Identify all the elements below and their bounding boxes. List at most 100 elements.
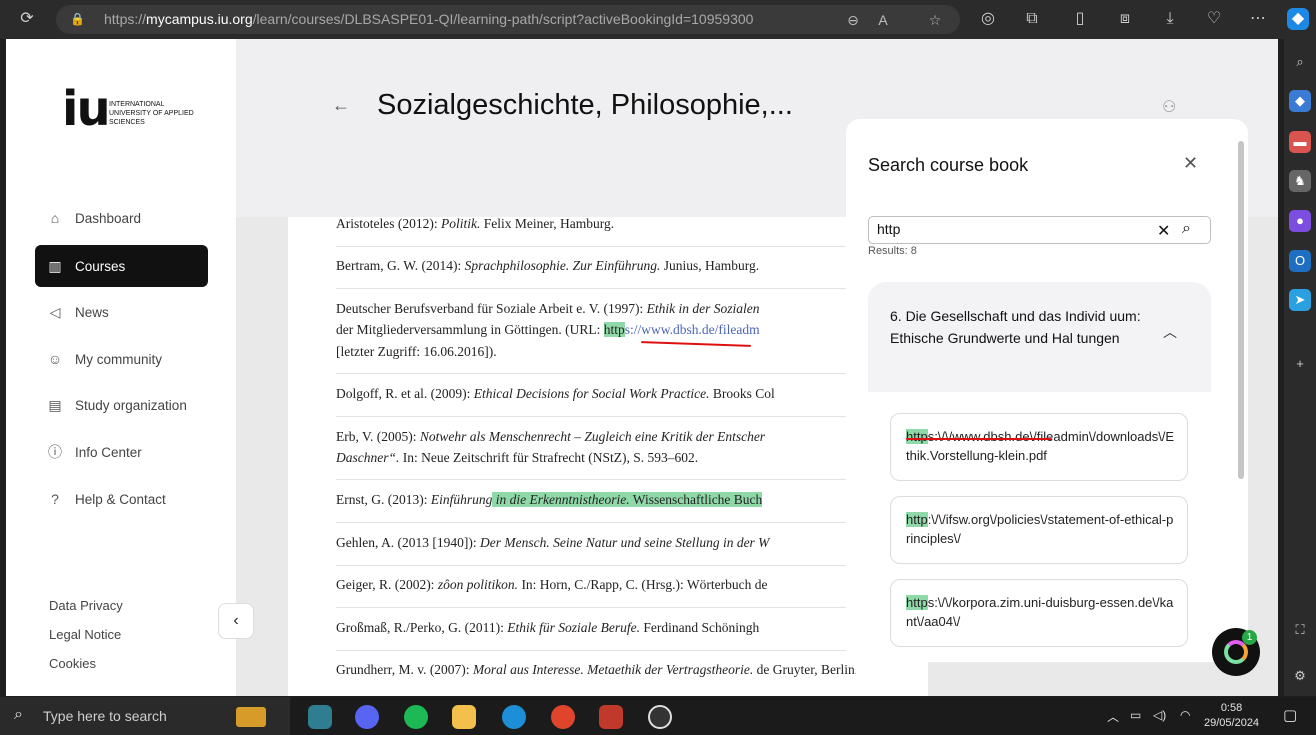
downloads-icon[interactable]: ⤓ (1159, 8, 1181, 30)
search-input[interactable] (877, 221, 1137, 237)
sidebar-item-my-community[interactable]: ☺ My community (35, 338, 208, 380)
divider (336, 416, 856, 417)
clear-icon[interactable]: ✕ (1157, 221, 1170, 241)
volume-icon[interactable]: ◁) (1153, 708, 1166, 722)
favorite-star-icon[interactable]: ☆ (924, 9, 946, 31)
file-explorer-icon[interactable] (452, 705, 476, 729)
reference-entry: Gehlen, A. (2013 [1940]): Der Mensch. Se… (336, 535, 770, 550)
divider (336, 650, 856, 651)
data-privacy-link[interactable]: Data Privacy (49, 598, 123, 613)
books-icon: ▥ (48, 257, 62, 274)
copilot-icon[interactable]: ◆ (1287, 8, 1309, 30)
chevron-up-icon[interactable]: ︿ (1107, 708, 1119, 725)
add-icon[interactable]: + (1289, 353, 1311, 375)
search-course-book-dialog: Search course book ✕ ✕ ⌕ Results: 8 6. D… (846, 119, 1248, 662)
sidebar-item-courses[interactable]: ▥ Courses (35, 245, 208, 287)
divider (336, 288, 856, 289)
clock-date: 29/05/2024 (1204, 717, 1260, 729)
read-aloud-icon[interactable]: A (872, 9, 894, 31)
outlook-icon[interactable]: O (1289, 250, 1311, 272)
wifi-icon[interactable]: ◠ (1180, 708, 1190, 722)
more-icon[interactable]: ⋯ (1247, 8, 1269, 30)
sidebar-item-label: News (75, 304, 109, 320)
close-icon[interactable]: ✕ (1183, 153, 1198, 174)
edge-icon[interactable] (502, 705, 526, 729)
megaphone-icon: ◁ (49, 303, 61, 320)
legal-notice-link[interactable]: Legal Notice (49, 627, 121, 642)
reference-entry: Ernst, G. (2013): Einführung in die Erke… (336, 492, 763, 507)
sidebar-item-help-contact[interactable]: ? Help & Contact (35, 478, 208, 520)
scrollbar-thumb[interactable] (1238, 141, 1244, 479)
zoom-icon[interactable]: ⊖ (842, 9, 864, 31)
spotify-icon[interactable] (404, 705, 428, 729)
chevron-left-icon: ‹ (233, 612, 239, 629)
logo-mark: iu (62, 81, 111, 137)
telegram-icon[interactable]: ➤ (1289, 289, 1311, 311)
reference-entry: Aristoteles (2012): Politik. Felix Meine… (336, 216, 615, 231)
chevron-up-icon[interactable]: ︿ (1163, 322, 1177, 342)
battery-icon[interactable]: ▭ (1130, 708, 1141, 722)
copilot-app-icon[interactable]: ● (1289, 210, 1311, 232)
home-icon: ⌂ (50, 210, 60, 226)
taskbar-search[interactable]: ⌕ Type here to search (0, 697, 290, 735)
sidebar-item-label: My community (75, 351, 163, 367)
tracking-icon[interactable]: ◎ (977, 8, 999, 30)
section-title[interactable]: 6. Die Gesellschaft und das Individ uum:… (890, 306, 1155, 349)
tag-icon[interactable]: ◆ (1289, 90, 1311, 112)
divider (336, 373, 856, 374)
toolbox-icon[interactable]: ▬ (1289, 131, 1311, 153)
back-arrow-icon[interactable]: ← (332, 95, 350, 116)
snipping-tool-icon[interactable] (599, 705, 623, 729)
divider (336, 565, 856, 566)
meet-app-icon[interactable] (308, 705, 332, 729)
search-result[interactable]: https:\/\/korpora.zim.uni-duisburg-essen… (890, 579, 1188, 647)
health-icon[interactable]: ♡ (1203, 8, 1225, 30)
divider (336, 479, 856, 480)
screenshot-icon[interactable]: ⛶ (1289, 619, 1311, 641)
search-icon[interactable]: ⌕ (1182, 220, 1191, 238)
iu-logo[interactable]: iu International University of Applied S… (62, 81, 194, 137)
reference-entry-line: [letzter Zugriff: 16.06.2016]). (336, 344, 497, 359)
search-result[interactable]: https:\/\/www.dbsh.de\/fileadmin\/downlo… (890, 413, 1188, 481)
assistant-bubble[interactable]: 1 (1212, 628, 1260, 676)
results-count: Results: 8 (868, 245, 917, 257)
reference-link[interactable]: s://www.dbsh.de/fileadm (625, 322, 760, 337)
url-text: https://mycampus.iu.org/learn/courses/DL… (104, 11, 754, 27)
system-clock[interactable]: 0:58 29/05/2024 (1204, 701, 1259, 731)
extensions-icon[interactable]: ⧉ (1021, 8, 1043, 30)
notebook-icon: ▤ (48, 396, 62, 413)
collapse-sidebar-button[interactable]: ‹ (218, 603, 254, 639)
sidebar-item-label: Courses (75, 258, 126, 274)
discord-icon[interactable] (355, 705, 379, 729)
chrome-icon[interactable] (551, 705, 575, 729)
result-text: https:\/\/korpora.zim.uni-duisburg-essen… (906, 595, 1174, 629)
obs-icon[interactable] (648, 705, 672, 729)
clock-time: 0:58 (1220, 702, 1243, 714)
split-screen-icon[interactable]: ▯ (1069, 8, 1091, 30)
taskbar: ⌕ Type here to search ︿ ▭ ◁) ◠ 0:58 29/0… (0, 697, 1316, 735)
annotation-underline (906, 438, 1052, 440)
gear-icon[interactable]: ⚙ (1289, 665, 1311, 687)
modal-scrollbar[interactable] (1236, 126, 1246, 686)
sidebar-item-label: Study organization (75, 397, 187, 413)
help-icon: ? (51, 491, 59, 507)
sidebar-item-info-center[interactable]: ⓘ Info Center (35, 431, 208, 473)
result-text: https:\/\/www.dbsh.de\/fileadmin\/downlo… (906, 429, 1175, 463)
lock-icon[interactable]: 🔒 (70, 10, 86, 28)
sidebar-item-label: Help & Contact (75, 491, 166, 507)
logo-tagline: International University of Applied Scie… (109, 101, 194, 126)
cookies-link[interactable]: Cookies (49, 656, 96, 671)
sidebar-item-dashboard[interactable]: ⌂ Dashboard (35, 197, 208, 239)
reload-icon[interactable]: ⟳ (16, 8, 38, 30)
people-icon: ☺ (47, 351, 63, 367)
collections-icon[interactable]: ⧈ (1114, 8, 1136, 30)
search-field[interactable]: ✕ ⌕ (868, 216, 1211, 244)
user-icon[interactable]: ⚇ (1162, 97, 1176, 117)
games-icon[interactable]: ♞ (1289, 170, 1311, 192)
sidebar-item-news[interactable]: ◁ News (35, 291, 208, 333)
search-result[interactable]: http:\/\/ifsw.org\/policies\/statement-o… (890, 496, 1188, 564)
notification-icon[interactable]: ▢ (1283, 706, 1297, 724)
sidebar-item-study-organization[interactable]: ▤ Study organization (35, 384, 208, 426)
search-icon[interactable]: ⌕ (1289, 51, 1311, 73)
address-bar[interactable]: 🔒 https://mycampus.iu.org/learn/courses/… (56, 5, 960, 34)
